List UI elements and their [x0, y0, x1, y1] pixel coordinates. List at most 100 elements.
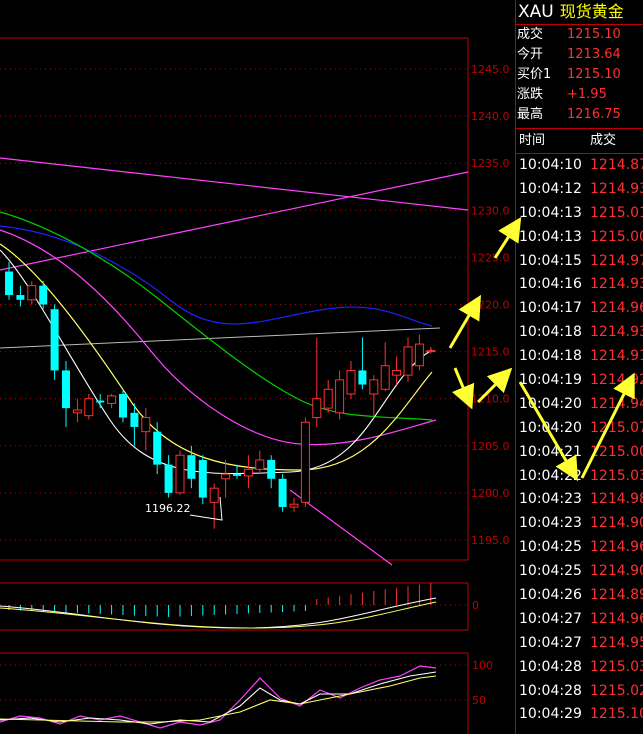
- tick-row[interactable]: 10:04:18 1214.91: [516, 345, 643, 369]
- tick-time: 10:04:27: [519, 610, 582, 627]
- tick-price: 1214.95: [590, 634, 643, 651]
- tick-row[interactable]: 10:04:26 1214.89: [516, 584, 643, 608]
- tick-price: 1214.94: [590, 395, 643, 412]
- tick-price: 1215.00: [590, 228, 643, 245]
- quote-row-high: 最高 1216.75: [516, 105, 643, 125]
- tick-row[interactable]: 10:04:25 1214.96: [516, 536, 643, 560]
- tick-time: 10:04:21: [519, 443, 582, 460]
- tick-price: 1215.01: [590, 204, 643, 221]
- tick-price: 1214.93: [590, 276, 643, 293]
- price-axis-label: 1220.0: [471, 299, 510, 312]
- tick-time: 10:04:22: [519, 467, 582, 484]
- tick-row[interactable]: 10:04:21 1215.00: [516, 441, 643, 465]
- candle-body: [72, 409, 82, 414]
- price-axis-label: 1225.0: [471, 251, 510, 264]
- tick-row[interactable]: 10:04:28 1215.03: [516, 656, 643, 680]
- tick-list[interactable]: 10:04:10 1214.87 10:04:12 1214.93 10:04:13 12…: [516, 154, 643, 727]
- tick-price: 1214.92: [590, 372, 643, 389]
- price-axis-label: 1200.0: [471, 487, 510, 500]
- candle-body: [198, 459, 207, 498]
- tick-row[interactable]: 10:04:10 1214.87: [516, 154, 643, 178]
- quote-label: 成交: [517, 27, 544, 42]
- tick-row[interactable]: 10:04:25 1214.90: [516, 560, 643, 584]
- quote-label: 今开: [517, 47, 544, 62]
- tick-time: 10:04:23: [519, 515, 582, 532]
- ma-line-yellow: [0, 243, 433, 471]
- quote-row-change: 涨跌 +1.95: [516, 85, 643, 105]
- trend-line: [0, 327, 441, 349]
- ticks-header: 时间 成交: [516, 128, 643, 154]
- candle-body: [175, 454, 185, 494]
- tick-time: 10:04:18: [519, 348, 582, 365]
- tick-row[interactable]: 10:04:23 1214.90: [516, 512, 643, 536]
- tick-row[interactable]: 10:04:18 1214.93: [516, 321, 643, 345]
- tick-row[interactable]: 10:04:29 1215.10: [516, 703, 643, 727]
- candle-body: [289, 503, 299, 508]
- candle-body: [16, 295, 25, 300]
- ma-line-magenta: [0, 229, 437, 446]
- tick-time: 10:04:29: [519, 706, 582, 723]
- tick-time: 10:04:23: [519, 491, 582, 508]
- tick-time: 10:04:16: [519, 276, 582, 293]
- tick-row[interactable]: 10:04:20 1215.07: [516, 417, 643, 441]
- tick-row[interactable]: 10:04:17 1214.96: [516, 297, 643, 321]
- quote-title: XAU 现货黄金: [516, 0, 643, 25]
- candle-body: [369, 379, 379, 395]
- tick-row[interactable]: 10:04:15 1214.97: [516, 250, 643, 274]
- tick-time: 10:04:25: [519, 539, 582, 556]
- macd-zero-label: 0: [472, 599, 479, 612]
- tick-time: 10:04:26: [519, 587, 582, 604]
- tick-time: 10:04:13: [519, 204, 582, 221]
- candle-body: [107, 395, 117, 404]
- tick-row[interactable]: 10:04:13 1215.00: [516, 226, 643, 250]
- candle-body: [267, 459, 276, 479]
- tick-row[interactable]: 10:04:23 1214.98: [516, 488, 643, 512]
- ma-line-white: [0, 249, 433, 475]
- tick-time: 10:04:19: [519, 372, 582, 389]
- candle-body: [27, 285, 37, 301]
- tick-price: 1214.96: [590, 539, 643, 556]
- tick-price: 1215.03: [590, 467, 643, 484]
- candle-body: [278, 478, 287, 508]
- trend-line: [0, 171, 469, 271]
- price-axis-label: 1245.0: [471, 63, 510, 76]
- kdj-axis-label: 100: [472, 659, 493, 672]
- candle-body: [119, 393, 127, 418]
- ticks-header-time: 时间: [519, 133, 546, 148]
- tick-row[interactable]: 10:04:19 1214.92: [516, 369, 643, 393]
- quote-value: 1215.10: [567, 27, 621, 42]
- candle-body: [312, 398, 322, 419]
- price-axis-label: 1195.0: [471, 534, 510, 547]
- tick-row[interactable]: 10:04:27 1214.95: [516, 632, 643, 656]
- candle-body: [39, 285, 48, 305]
- macd-dea-line: [0, 601, 437, 629]
- tick-row[interactable]: 10:04:20 1214.94: [516, 393, 643, 417]
- candle-body: [141, 417, 151, 433]
- candle-body: [243, 468, 253, 477]
- tick-row[interactable]: 10:04:28 1215.02: [516, 680, 643, 704]
- quote-name: 现货黄金: [559, 2, 624, 21]
- tick-time: 10:04:12: [519, 180, 582, 197]
- kdj-d-line: [0, 675, 437, 723]
- tick-row[interactable]: 10:04:13 1215.01: [516, 202, 643, 226]
- tick-price: 1214.87: [590, 157, 643, 173]
- tick-price: 1214.98: [590, 491, 643, 508]
- kdj-axis-label: 50: [472, 694, 486, 707]
- tick-row[interactable]: 10:04:27 1214.96: [516, 608, 643, 632]
- tick-row[interactable]: 10:04:16 1214.93: [516, 273, 643, 297]
- kline-chart-svg[interactable]: 1245.0 1240.0 1235.0 1230.0 1225.0 1220.0 1215…: [0, 0, 515, 734]
- candle-body: [392, 369, 402, 376]
- tick-time: 10:04:28: [519, 658, 582, 675]
- candle-body: [50, 309, 59, 371]
- kline-chart[interactable]: 1245.0 1240.0 1235.0 1230.0 1225.0 1220.0 1215…: [0, 0, 515, 734]
- tick-price: 1214.93: [590, 180, 643, 197]
- tick-row[interactable]: 10:04:22 1215.03: [516, 465, 643, 489]
- tick-price: 1214.93: [590, 324, 643, 341]
- candle-body: [221, 473, 231, 480]
- tick-time: 10:04:27: [519, 634, 582, 651]
- quote-label: 涨跌: [517, 87, 544, 102]
- candle-body: [209, 487, 219, 503]
- quote-value: +1.95: [567, 87, 607, 102]
- tick-row[interactable]: 10:04:12 1214.93: [516, 178, 643, 202]
- candle-body: [153, 431, 162, 465]
